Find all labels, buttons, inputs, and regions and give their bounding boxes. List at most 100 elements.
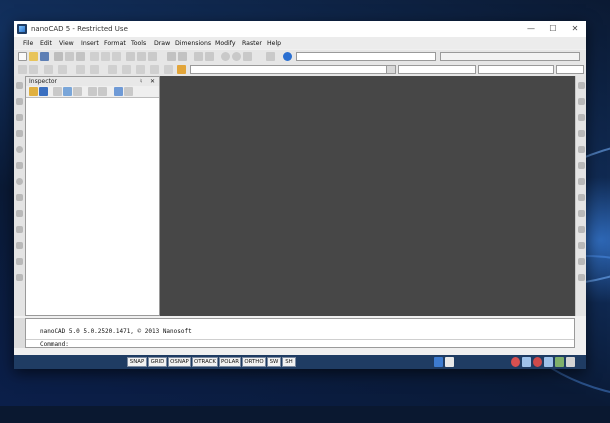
cut-icon[interactable] — [90, 52, 99, 61]
settings-icon[interactable] — [124, 87, 133, 96]
sw-toggle[interactable]: SW — [267, 357, 281, 367]
undo-icon[interactable] — [167, 52, 176, 61]
polygon-icon[interactable] — [16, 114, 23, 121]
extend-icon[interactable] — [578, 242, 585, 249]
print-icon[interactable] — [54, 52, 63, 61]
layer-manager-icon[interactable] — [177, 65, 186, 74]
fillet-icon[interactable] — [578, 258, 585, 265]
mirror-icon[interactable] — [578, 114, 585, 121]
close-button[interactable]: ✕ — [564, 21, 586, 37]
layer-dropdown-button[interactable] — [386, 65, 396, 74]
command-line[interactable]: Command: — [26, 339, 574, 349]
rotate-icon[interactable] — [578, 178, 585, 185]
workspace-icon[interactable] — [566, 357, 575, 367]
hatch-draw-icon[interactable] — [16, 226, 23, 233]
copy-icon[interactable] — [101, 52, 110, 61]
scale-icon[interactable] — [578, 194, 585, 201]
insert-block-icon[interactable] — [148, 52, 157, 61]
render-icon[interactable] — [232, 52, 241, 61]
command-window-grip[interactable] — [14, 318, 25, 348]
match-properties-icon[interactable] — [126, 52, 135, 61]
polyline-icon[interactable] — [16, 98, 23, 105]
print-preview-icon[interactable] — [65, 52, 74, 61]
menu-view[interactable]: View — [59, 40, 74, 47]
color-combo[interactable] — [398, 65, 476, 74]
linetype-combo[interactable] — [478, 65, 554, 74]
menu-draw[interactable]: Draw — [154, 40, 170, 47]
menu-dimensions[interactable]: Dimensions — [175, 40, 211, 47]
zoom-extents-icon[interactable] — [533, 357, 542, 367]
pin-icon[interactable]: ♮ — [140, 78, 142, 85]
snap-toggle[interactable]: SNAP — [127, 357, 147, 367]
publish-icon[interactable] — [76, 52, 85, 61]
arc-icon[interactable] — [16, 162, 23, 169]
polar-toggle[interactable]: POLAR — [219, 357, 241, 367]
array-icon[interactable] — [578, 146, 585, 153]
circle-icon[interactable] — [16, 146, 23, 153]
zoom-icon[interactable] — [205, 52, 214, 61]
layer-icon[interactable] — [18, 65, 27, 74]
stretch-icon[interactable] — [578, 210, 585, 217]
text-icon[interactable] — [108, 65, 117, 74]
rectangle-icon[interactable] — [16, 130, 23, 137]
grid-toggle[interactable]: GRID — [148, 357, 167, 367]
pan-icon[interactable] — [194, 52, 203, 61]
help-icon[interactable] — [283, 52, 292, 61]
annotation-scale-icon[interactable] — [511, 357, 520, 367]
table-draw-icon[interactable] — [16, 258, 23, 265]
paste-icon[interactable] — [112, 52, 121, 61]
group-icon[interactable] — [98, 87, 107, 96]
snap-icon[interactable] — [44, 65, 53, 74]
point-icon[interactable] — [16, 210, 23, 217]
properties-icon[interactable] — [266, 52, 275, 61]
new-icon[interactable] — [18, 52, 27, 61]
redo-icon[interactable] — [178, 52, 187, 61]
inspector-close-icon[interactable]: ✕ — [150, 78, 155, 85]
model-space-icon[interactable] — [434, 357, 443, 367]
menu-insert[interactable]: Insert — [81, 40, 99, 47]
line-icon[interactable] — [16, 82, 23, 89]
ellipse-icon[interactable] — [16, 178, 23, 185]
drawing-canvas[interactable] — [160, 76, 575, 316]
grid-icon[interactable] — [58, 65, 67, 74]
info-icon[interactable] — [39, 87, 48, 96]
maximize-button[interactable]: ☐ — [542, 21, 564, 37]
save-icon[interactable] — [40, 52, 49, 61]
offset-icon[interactable] — [578, 130, 585, 137]
mtext-icon[interactable] — [16, 274, 23, 281]
menu-help[interactable]: Help — [267, 40, 281, 47]
menu-modify[interactable]: Modify — [215, 40, 236, 47]
table-icon[interactable] — [136, 65, 145, 74]
select-objects-icon[interactable] — [53, 87, 62, 96]
color-icon[interactable] — [164, 65, 173, 74]
menu-edit[interactable]: Edit — [40, 40, 52, 47]
minimize-button[interactable]: — — [520, 21, 542, 37]
layout-icon[interactable] — [445, 357, 454, 367]
shade-icon[interactable] — [243, 52, 252, 61]
toggle-pickadd-icon[interactable] — [73, 87, 82, 96]
zoom-realtime-icon[interactable] — [522, 357, 531, 367]
style-combo[interactable] — [296, 52, 436, 61]
filter-icon[interactable] — [29, 87, 38, 96]
explode-icon[interactable] — [578, 274, 585, 281]
sort-icon[interactable] — [88, 87, 97, 96]
image-icon[interactable] — [150, 65, 159, 74]
pan-realtime-icon[interactable] — [555, 357, 564, 367]
erase-icon[interactable] — [578, 82, 585, 89]
layer-state-icon[interactable] — [29, 65, 38, 74]
layer-combo[interactable] — [190, 65, 388, 74]
view-icon[interactable] — [114, 87, 123, 96]
sh-toggle[interactable]: SH — [282, 357, 296, 367]
osnap-toggle[interactable]: OSNAP — [168, 357, 191, 367]
open-icon[interactable] — [29, 52, 38, 61]
block-icon[interactable] — [137, 52, 146, 61]
measure-icon[interactable] — [76, 65, 85, 74]
zoom-window-icon[interactable] — [544, 357, 553, 367]
ortho-toggle[interactable]: ORTHO — [242, 357, 266, 367]
menu-raster[interactable]: Raster — [242, 40, 262, 47]
otrack-toggle[interactable]: OTRACK — [192, 357, 218, 367]
dimstyle-combo[interactable] — [440, 52, 580, 61]
trim-icon[interactable] — [578, 226, 585, 233]
copy-object-icon[interactable] — [578, 98, 585, 105]
menu-tools[interactable]: Tools — [131, 40, 146, 47]
